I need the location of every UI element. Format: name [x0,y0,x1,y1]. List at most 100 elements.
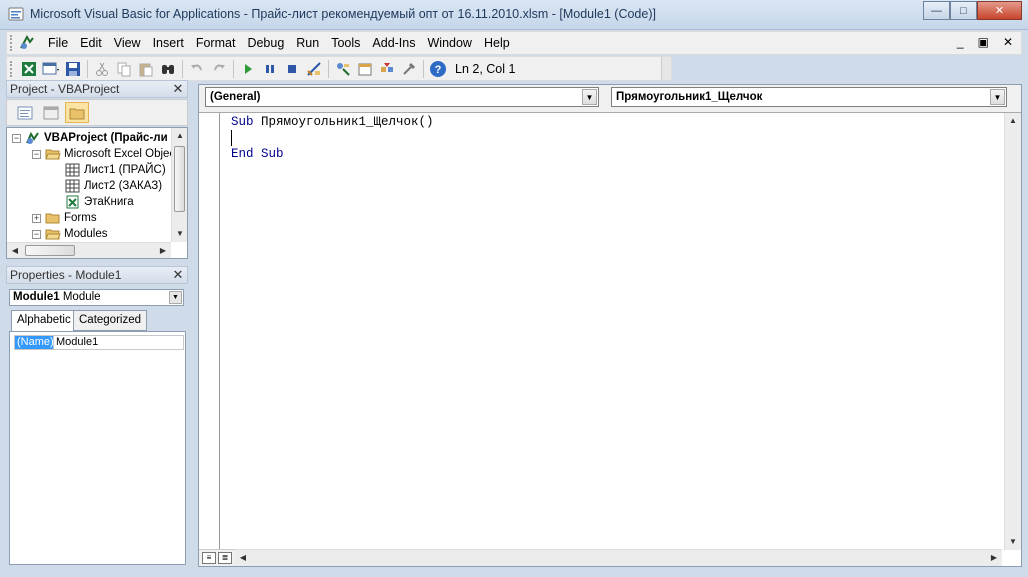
code-line-3[interactable]: End Sub [231,147,284,161]
chevron-down-icon[interactable]: ▼ [582,89,597,105]
view-object-icon[interactable] [39,102,63,123]
chevron-down-icon[interactable]: ▼ [169,291,182,304]
properties-window-icon[interactable] [354,59,376,79]
copy-icon[interactable] [113,59,135,79]
reset-icon[interactable] [281,59,303,79]
properties-object-name: Module1 [13,291,60,303]
redo-icon[interactable] [208,59,230,79]
text-caret [231,130,232,146]
menu-debug[interactable]: Debug [241,32,290,54]
procedure-view-icon[interactable]: ≡ [202,552,216,564]
cut-icon[interactable] [91,59,113,79]
tab-categorized[interactable]: Categorized [73,310,148,331]
save-icon[interactable] [62,59,84,79]
insert-userform-icon[interactable] [40,59,62,79]
menu-grip[interactable] [10,35,14,51]
mdi-minimize-button[interactable]: _ [957,35,964,49]
svg-text:?: ? [435,64,442,76]
toolbar-separator [328,59,329,78]
project-pane-toolbar [6,99,188,126]
menu-window[interactable]: Window [422,32,478,54]
code-hscroll[interactable]: ◀ ▶ [235,549,1002,566]
code-text: Прямоугольник1_Щелчок() [253,115,434,129]
tree-item-sheet2[interactable]: Лист2 (ЗАКАЗ) [65,178,162,194]
project-pane-title: Project - VBAProject ✕ [6,80,188,98]
scroll-right-icon[interactable]: ▶ [986,550,1002,566]
procedure-combo-value: Прямоугольник1_Щелчок [616,91,763,103]
mdi-restore-button[interactable]: ▣ [978,35,989,49]
close-button[interactable]: ✕ [977,1,1022,20]
toolbox-icon[interactable] [398,59,420,79]
code-vscroll[interactable]: ▲ ▼ [1004,113,1021,550]
view-excel-icon[interactable] [18,59,40,79]
property-value[interactable]: Module1 [53,336,98,349]
window-title: Microsoft Visual Basic for Applications … [30,7,656,21]
scroll-up-icon[interactable]: ▲ [1005,113,1021,129]
properties-pane-title-text: Properties - Module1 [10,268,122,282]
restore-button[interactable]: □ [950,1,977,20]
code-line-1[interactable]: Sub Прямоугольник1_Щелчок() [231,115,434,129]
menu-run[interactable]: Run [290,32,325,54]
properties-object-combo[interactable]: Module1 Module ▼ [9,289,184,306]
property-name: (Name) [15,336,54,349]
find-icon[interactable] [157,59,179,79]
scroll-left-icon[interactable]: ◀ [7,243,23,258]
scroll-thumb[interactable] [174,146,185,212]
run-icon[interactable] [237,59,259,79]
toolbar-options-icon[interactable] [661,57,671,80]
tree-item-sheet1[interactable]: Лист1 (ПРАЙС) [65,162,166,178]
object-combo-value: (General) [210,91,261,103]
object-browser-icon[interactable] [376,59,398,79]
procedure-combo[interactable]: Прямоугольник1_Щелчок ▼ [611,87,1007,107]
property-row-name[interactable]: (Name) Module1 [14,335,184,350]
paste-icon[interactable] [135,59,157,79]
menu-tools[interactable]: Tools [325,32,366,54]
toolbar-grip[interactable] [10,60,14,77]
menu-bar: File Edit View Insert Format Debug Run T… [6,31,1022,55]
tree-collapse-icon[interactable]: − [32,150,41,159]
project-pane-close-icon[interactable]: ✕ [171,82,185,96]
menu-view[interactable]: View [108,32,147,54]
vba-system-menu-icon[interactable] [18,34,36,52]
object-combo[interactable]: (General) ▼ [205,87,599,107]
full-module-view-icon[interactable]: ≣ [218,552,232,564]
scroll-left-icon[interactable]: ◀ [235,550,251,566]
scroll-down-icon[interactable]: ▼ [172,226,187,242]
tree-collapse-icon[interactable]: − [12,134,21,143]
scroll-down-icon[interactable]: ▼ [1005,534,1021,550]
tree-item-excel-objects[interactable]: Microsoft Excel Objec [45,146,175,162]
scroll-up-icon[interactable]: ▲ [172,128,187,144]
properties-grid: (Name) Module1 [9,331,186,565]
chevron-down-icon[interactable]: ▼ [990,89,1005,105]
tree-item-modules[interactable]: Modules [45,226,107,242]
project-tree-vscroll[interactable]: ▲ ▼ [171,128,187,242]
menu-insert[interactable]: Insert [147,32,190,54]
scroll-thumb[interactable] [25,245,75,256]
design-mode-icon[interactable] [303,59,325,79]
code-editor[interactable]: Sub Прямоугольник1_Щелчок() End Sub ▲ ▼ … [199,112,1021,566]
tree-item-forms[interactable]: Forms [45,210,97,226]
scroll-right-icon[interactable]: ▶ [155,243,171,258]
tree-expand-icon[interactable]: + [32,214,41,223]
break-icon[interactable] [259,59,281,79]
help-icon[interactable]: ? [427,59,449,79]
menu-file[interactable]: File [42,32,74,54]
toggle-folders-icon[interactable] [65,102,89,123]
tree-item-vbaproject[interactable]: VBAProject (Прайс-ли [25,130,168,146]
properties-pane-close-icon[interactable]: ✕ [171,268,185,282]
minimize-button[interactable]: — [923,1,950,20]
project-tree-hscroll[interactable]: ◀ ▶ [7,242,171,258]
menu-edit[interactable]: Edit [74,32,108,54]
menu-help[interactable]: Help [478,32,516,54]
view-code-icon[interactable] [13,102,37,123]
menu-format[interactable]: Format [190,32,242,54]
tab-alphabetic[interactable]: Alphabetic [11,310,77,332]
margin-indicator-bar[interactable] [199,113,220,550]
menu-add-ins[interactable]: Add-Ins [366,32,421,54]
tree-item-thisworkbook[interactable]: ЭтаКнига [65,194,134,210]
toolbar-separator [87,59,88,78]
mdi-close-button[interactable]: ✕ [1003,35,1013,49]
tree-collapse-icon[interactable]: − [32,230,41,239]
project-explorer-icon[interactable] [332,59,354,79]
undo-icon[interactable] [186,59,208,79]
